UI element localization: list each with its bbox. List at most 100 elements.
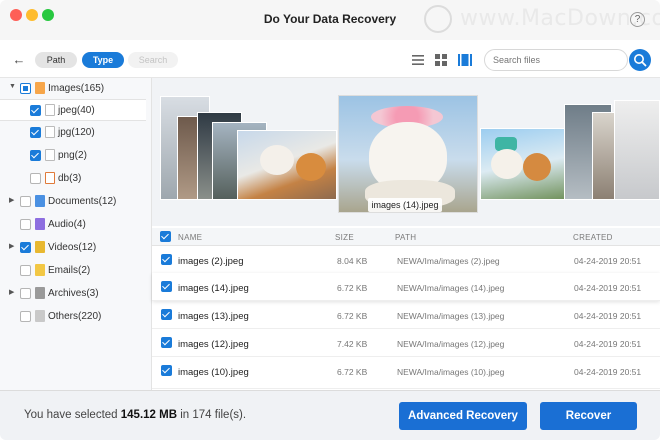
tree-item-label: Others(220) (48, 311, 102, 322)
selection-summary: You have selected 145.12 MB in 174 file(… (24, 409, 246, 421)
checkbox-others[interactable] (20, 311, 31, 322)
search-button[interactable] (629, 49, 651, 71)
file-icon (45, 126, 55, 138)
tree-item-label: png(2) (58, 150, 87, 161)
file-created: 04-24-2019 20:51 (574, 256, 642, 266)
preview-thumbnail[interactable] (237, 130, 337, 200)
table-row[interactable]: images (12).jpeg 7.42 KB NEWA/Ima/images… (152, 329, 660, 357)
collapse-arrow-icon[interactable]: ▶ (9, 242, 14, 250)
column-path-header[interactable]: PATH (395, 233, 416, 242)
tree-item-jpg[interactable]: jpg(120) (0, 122, 152, 144)
file-size: 7.42 KB (337, 339, 368, 349)
list-view-icon[interactable] (411, 53, 425, 67)
filmstrip-view-icon[interactable] (458, 53, 472, 67)
preview-coverflow: images (14).jpeg (152, 78, 660, 226)
file-created: 04-24-2019 20:51 (574, 367, 642, 377)
selection-suffix: in 174 file(s). (177, 409, 247, 421)
title-bar: Do Your Data Recovery www.MacDown.com ? (0, 0, 660, 40)
tab-search[interactable]: Search (128, 52, 178, 68)
tree-item-label: Archives(3) (48, 288, 99, 299)
column-created-header[interactable]: CREATED (573, 233, 613, 242)
selection-prefix: You have selected (24, 409, 121, 421)
watermark-logo-icon (424, 5, 452, 33)
tree-item-archives[interactable]: ▶ Archives(3) (0, 283, 152, 305)
collapse-arrow-icon[interactable]: ▶ (9, 288, 14, 296)
app-window: Do Your Data Recovery www.MacDown.com ? … (0, 0, 660, 440)
tree-item-documents[interactable]: ▶ Documents(12) (0, 191, 152, 213)
file-size: 8.04 KB (337, 256, 368, 266)
checkbox-db[interactable] (30, 173, 41, 184)
tree-item-audio[interactable]: Audio(4) (0, 214, 152, 236)
checkbox-images[interactable] (20, 83, 31, 94)
row-checkbox[interactable] (161, 365, 172, 376)
tree-item-label: Audio(4) (48, 219, 86, 230)
file-path: NEWA/Ima/images (10).jpeg (397, 367, 505, 377)
recover-button[interactable]: Recover (540, 402, 637, 430)
file-name: images (13).jpeg (178, 311, 249, 322)
tree-item-others[interactable]: Others(220) (0, 306, 152, 328)
file-icon (45, 172, 55, 184)
column-size-header[interactable]: SIZE (335, 233, 354, 242)
tree-item-label: Documents(12) (48, 196, 117, 207)
preview-thumbnail[interactable] (480, 128, 575, 200)
tree-item-png[interactable]: png(2) (0, 145, 152, 167)
file-size: 6.72 KB (337, 311, 368, 321)
back-arrow-icon[interactable]: ← (10, 52, 28, 68)
file-name: images (2).jpeg (178, 256, 244, 267)
image-folder-icon (35, 82, 45, 94)
file-name: images (10).jpeg (178, 367, 249, 378)
checkbox-emails[interactable] (20, 265, 31, 276)
table-row[interactable]: images (10).jpeg 6.72 KB NEWA/Ima/images… (152, 357, 660, 389)
checkbox-videos[interactable] (20, 242, 31, 253)
table-row[interactable]: images (14).jpeg 6.72 KB NEWA/Ima/images… (152, 273, 660, 301)
email-folder-icon (35, 264, 45, 276)
tree-item-label: db(3) (58, 173, 82, 184)
row-checkbox[interactable] (161, 309, 172, 320)
selection-size: 145.12 MB (120, 409, 178, 421)
row-checkbox[interactable] (161, 337, 172, 348)
cat-shape (491, 149, 523, 179)
video-folder-icon (35, 241, 45, 253)
tab-type[interactable]: Type (82, 52, 124, 68)
search-icon (634, 54, 647, 67)
tree-item-jpeg[interactable]: jpeg(40) (0, 99, 146, 121)
tree-item-emails[interactable]: Emails(2) (0, 260, 152, 282)
preview-thumbnail[interactable] (614, 100, 660, 200)
select-all-checkbox[interactable] (160, 231, 171, 242)
tree-item-db[interactable]: db(3) (0, 168, 152, 190)
checkbox-archives[interactable] (20, 288, 31, 299)
cat-shape (260, 145, 294, 175)
file-path: NEWA/Ima/images (14).jpeg (397, 283, 505, 293)
watermark: www.MacDown.com (420, 5, 660, 35)
search-input[interactable] (484, 49, 628, 71)
file-path: NEWA/Ima/images (13).jpeg (397, 311, 505, 321)
collapse-arrow-icon[interactable]: ▶ (9, 196, 14, 204)
checkbox-jpg[interactable] (30, 127, 41, 138)
archive-folder-icon (35, 287, 45, 299)
help-button[interactable]: ? (630, 12, 645, 27)
row-checkbox[interactable] (161, 254, 172, 265)
tree-item-images[interactable]: ▼ Images(165) (0, 78, 152, 100)
table-row[interactable]: images (13).jpeg 6.72 KB NEWA/Ima/images… (152, 301, 660, 329)
file-size: 6.72 KB (337, 367, 368, 377)
checkbox-documents[interactable] (20, 196, 31, 207)
column-name-header[interactable]: NAME (178, 233, 202, 242)
advanced-recovery-button[interactable]: Advanced Recovery (399, 402, 527, 430)
file-path: NEWA/Ima/images (2).jpeg (397, 256, 500, 266)
expand-arrow-icon[interactable]: ▼ (9, 83, 16, 90)
toolbar: ← Path Type Search (0, 40, 660, 78)
cat-shape (296, 153, 326, 181)
tree-item-label: jpg(120) (58, 127, 95, 138)
other-folder-icon (35, 310, 45, 322)
checkbox-jpeg[interactable] (30, 105, 41, 116)
row-checkbox[interactable] (161, 281, 172, 292)
checkbox-audio[interactable] (20, 219, 31, 230)
sidebar-type-tree: ▼ Images(165) jpeg(40) jpg(120) png(2) d… (0, 78, 152, 390)
tab-path[interactable]: Path (35, 52, 77, 68)
tree-item-videos[interactable]: ▶ Videos(12) (0, 237, 152, 259)
grid-view-icon[interactable] (434, 53, 448, 67)
table-row[interactable]: images (2).jpeg 8.04 KB NEWA/Ima/images … (152, 246, 660, 274)
preview-main-image[interactable] (338, 95, 478, 213)
checkbox-png[interactable] (30, 150, 41, 161)
tree-item-label: Images(165) (48, 83, 105, 94)
